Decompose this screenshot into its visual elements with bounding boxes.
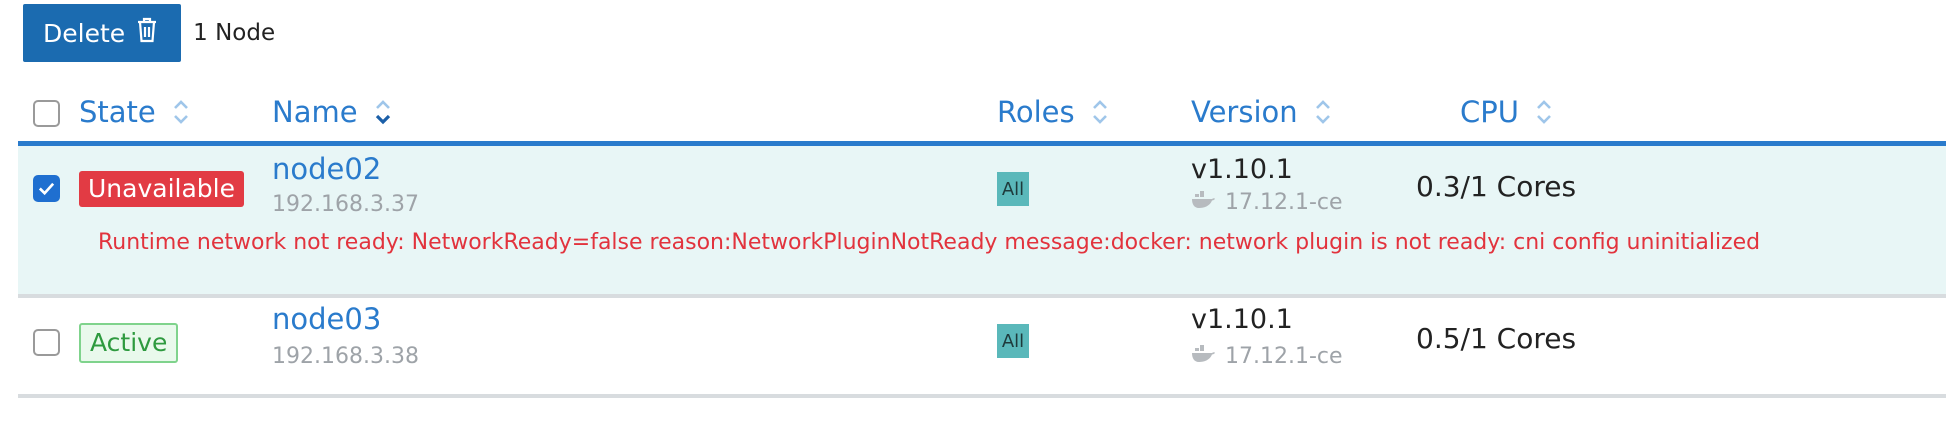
docker-version-label: 17.12.1-ce (1225, 190, 1343, 215)
select-all-checkbox[interactable] (33, 100, 60, 127)
status-badge: Active (79, 323, 179, 363)
column-header-cpu[interactable]: CPU (1460, 92, 1555, 132)
check-icon (38, 182, 55, 196)
column-header-label: Version (1191, 95, 1298, 129)
column-header-label: Name (272, 95, 358, 129)
docker-version: 17.12.1-ce (1191, 344, 1343, 369)
cpu-usage: 0.3/1 Cores (1416, 170, 1577, 203)
bulk-actions-bar: Delete 1 Node (23, 4, 275, 62)
node-ip: 192.168.3.38 (272, 344, 419, 369)
error-message: Runtime network not ready: NetworkReady=… (98, 230, 1761, 255)
column-header-version[interactable]: Version (1191, 92, 1334, 132)
sort-icon (170, 97, 192, 127)
role-badge: All (997, 172, 1029, 206)
role-badge: All (997, 324, 1029, 358)
node-ip: 192.168.3.37 (272, 192, 419, 217)
table-row[interactable]: Active node03 192.168.3.38 All v1.10.1 1… (18, 298, 1946, 398)
cpu-usage: 0.5/1 Cores (1416, 322, 1577, 355)
sort-icon (1312, 97, 1334, 127)
kubernetes-version: v1.10.1 (1191, 304, 1293, 335)
nodes-table: State Name Roles Version CPU Unavailable… (18, 82, 1946, 398)
row-checkbox[interactable] (33, 329, 60, 356)
table-row[interactable]: Unavailable node02 192.168.3.37 All v1.1… (18, 146, 1946, 298)
column-header-name[interactable]: Name (272, 92, 394, 132)
docker-icon (1191, 344, 1215, 369)
docker-version: 17.12.1-ce (1191, 190, 1343, 215)
column-header-state[interactable]: State (79, 92, 192, 132)
table-header: State Name Roles Version CPU (18, 82, 1946, 146)
sort-icon (1533, 97, 1555, 127)
column-header-label: State (79, 95, 156, 129)
delete-button-label: Delete (43, 18, 126, 48)
selection-count: 1 Node (193, 20, 276, 46)
column-header-roles[interactable]: Roles (997, 92, 1111, 132)
sort-desc-icon (372, 97, 394, 127)
sort-icon (1089, 97, 1111, 127)
node-name-link[interactable]: node02 (272, 152, 381, 186)
docker-icon (1191, 190, 1215, 215)
delete-button[interactable]: Delete (23, 4, 182, 62)
row-checkbox[interactable] (33, 175, 60, 202)
node-name-link[interactable]: node03 (272, 302, 381, 336)
column-header-label: CPU (1460, 95, 1519, 129)
docker-version-label: 17.12.1-ce (1225, 344, 1343, 369)
column-header-label: Roles (997, 95, 1075, 129)
kubernetes-version: v1.10.1 (1191, 154, 1293, 185)
trash-icon (135, 17, 159, 49)
status-badge: Unavailable (79, 171, 244, 207)
